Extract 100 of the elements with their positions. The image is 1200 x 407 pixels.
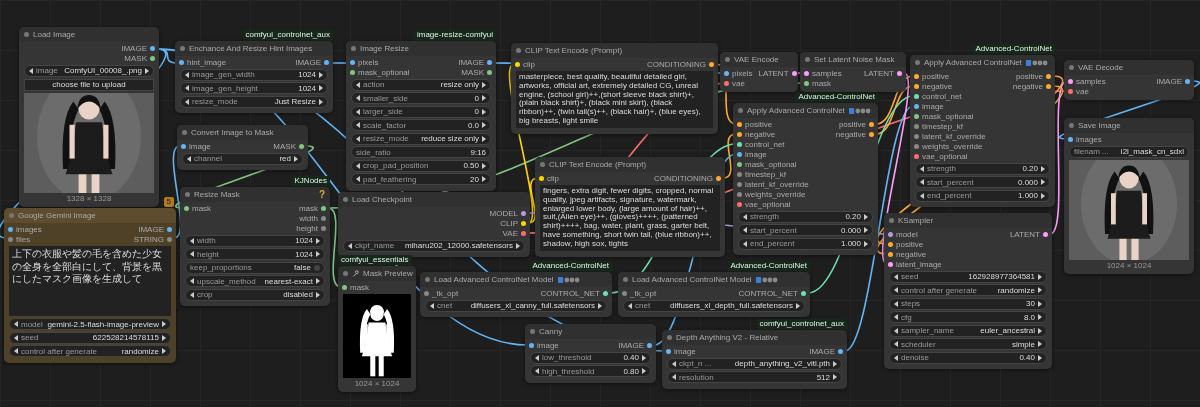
dropdown-field[interactable]: crop disabled bbox=[185, 288, 325, 301]
node-card[interactable]: VAE Encode pixels LATENT vae bbox=[720, 52, 798, 92]
node-title-bar[interactable]: Apply Advanced ControlNet bbox=[910, 55, 1055, 70]
package-label: comfyui_controlnet_aux bbox=[242, 30, 333, 40]
number-field[interactable]: strength 0.20 bbox=[738, 210, 873, 223]
node-title-bar[interactable]: Resize Mask ? bbox=[180, 187, 330, 202]
number-field[interactable]: image_gen_height 1024 bbox=[180, 82, 328, 94]
number-field[interactable]: denoise 0.40 bbox=[889, 351, 1047, 364]
input-label: timestep_kf bbox=[745, 169, 786, 179]
node-title: Load Advanced ControlNet Model bbox=[434, 275, 554, 284]
output-label: negative bbox=[1012, 81, 1043, 91]
dropdown-field[interactable]: channel red bbox=[182, 152, 303, 165]
upload-button[interactable]: choose file to upload bbox=[24, 78, 154, 91]
help-mark[interactable]: ? bbox=[318, 189, 325, 200]
node-title-bar[interactable]: Load Image bbox=[19, 27, 159, 42]
node-title: CLIP Text Encode (Prompt) bbox=[525, 46, 623, 55]
node-title-bar[interactable]: Google Gemini Image bbox=[4, 208, 176, 223]
number-field[interactable]: seed 622528214578115 bbox=[9, 331, 171, 344]
node-title-bar[interactable]: Depth Anything V2 - Relative bbox=[662, 330, 847, 345]
image-size-label: 1024 × 1024 bbox=[1105, 260, 1153, 270]
node-title-bar[interactable]: Save Image bbox=[1064, 118, 1194, 133]
node-title-bar[interactable]: Apply Advanced ControlNet bbox=[733, 103, 878, 118]
number-field[interactable]: height 1024 bbox=[185, 248, 325, 260]
dropdown-field[interactable]: resize_mode reduce size only bbox=[351, 132, 491, 145]
number-field[interactable]: smaller_side 0 bbox=[351, 92, 491, 104]
output-label: negative bbox=[835, 129, 866, 139]
node-title-bar[interactable]: Load Advanced ControlNet Model bbox=[420, 272, 612, 287]
node-title: Enchance And Resize Hint Images bbox=[189, 44, 313, 53]
node-card[interactable]: Load Checkpoint MODEL CLIP VAE ckpt_name miharu202_12000.safetensors bbox=[338, 192, 530, 257]
node-title-bar[interactable]: CLIP Text Encode (Prompt) bbox=[535, 157, 725, 172]
number-field[interactable]: seed 162928977364581 bbox=[889, 270, 1047, 283]
dropdown-field[interactable]: model gemini-2.5-flash-image-preview bbox=[9, 318, 171, 330]
node-title: Convert Image to Mask bbox=[191, 128, 274, 137]
number-field[interactable]: low_threshold 0.40 bbox=[530, 351, 651, 364]
number-field[interactable]: width 1024 bbox=[185, 234, 325, 247]
dropdown-field[interactable]: upscale_method nearest-exact bbox=[185, 275, 325, 287]
number-field[interactable]: end_percent 1.000 bbox=[738, 237, 873, 250]
node-title-bar[interactable]: VAE Encode bbox=[720, 52, 798, 67]
output-label: MODEL bbox=[489, 208, 518, 218]
input-label: negative bbox=[896, 249, 927, 259]
dropdown-field[interactable]: action resize only bbox=[351, 78, 491, 91]
text-field[interactable]: side_ratio 9:16 bbox=[351, 146, 491, 158]
node-title: Mask Preview bbox=[363, 269, 413, 278]
node-title-bar[interactable]: Load Advanced ControlNet Model bbox=[618, 272, 810, 287]
number-field[interactable]: crop_pad_position 0.50 bbox=[351, 159, 491, 172]
input-label: clip bbox=[523, 59, 535, 69]
number-field[interactable]: pad_feathering 20 bbox=[351, 173, 491, 185]
node-title: CLIP Text Encode (Prompt) bbox=[549, 160, 647, 169]
input-label: vae_optional bbox=[745, 199, 791, 209]
node-title-bar[interactable]: Convert Image to Mask bbox=[177, 125, 308, 140]
node-title-bar[interactable]: Set Latent Noise Mask bbox=[800, 52, 906, 67]
node-card[interactable]: Save Image images filenam ... i2i_mask_cn_sdxl 1024 × 1024 bbox=[1064, 118, 1194, 274]
number-field[interactable]: start_percent 0.000 bbox=[738, 224, 873, 236]
node-title-bar[interactable]: VAE Decode bbox=[1064, 60, 1194, 75]
node-card[interactable]: Convert Image to Mask image MASK channel red bbox=[177, 125, 308, 170]
number-field[interactable]: high_threshold 0.80 bbox=[530, 365, 651, 377]
number-field[interactable]: end_percent 1.000 bbox=[915, 189, 1050, 202]
node-card[interactable]: VAE Decode samples IMAGE vae bbox=[1064, 60, 1194, 100]
node-title: Load Advanced ControlNet Model bbox=[632, 275, 752, 284]
node-title-bar[interactable]: Load Checkpoint bbox=[338, 192, 530, 207]
toggle-field[interactable]: keep_proportions false bbox=[185, 261, 325, 274]
node-title-bar[interactable]: Enchance And Resize Hint Images bbox=[175, 41, 333, 56]
node-card[interactable]: Set Latent Noise Mask samples LATENT mask bbox=[800, 52, 906, 92]
node-title-bar[interactable]: Image Resize bbox=[346, 41, 496, 56]
prompt-text-area[interactable]: masterpiece, best quality, beautiful detailed girl, artworks, official art, extremely detailed CG, unreal engine, (school girl)++,(short sleeve black shirt)+, (plain black shirt)+, (black mini skirt), (black ribbon)++, (twin tail(s)++, (black hair)+, (blue eyes), big breasts, light smile bbox=[516, 71, 713, 128]
dropdown-field[interactable]: sampler_name euler_ancestral bbox=[889, 324, 1047, 337]
number-field[interactable]: resolution 512 bbox=[667, 371, 842, 383]
dropdown-field[interactable]: resize_mode Just Resize bbox=[180, 95, 328, 108]
output-label: CONDITIONING bbox=[653, 173, 713, 183]
dropdown-field[interactable]: ckpt_name miharu202_12000.safetensors bbox=[343, 239, 525, 252]
prompt-text-area[interactable]: 上下の衣服や髪の毛を含めた少女の全身を全部白にして、背景を黒にしたマスク画像を生成して bbox=[9, 246, 171, 316]
package-label: KJNodes bbox=[291, 176, 330, 186]
input-label: _tk_opt bbox=[630, 288, 657, 298]
dropdown-field[interactable]: cnet diffusers_xl_depth_full.safetensors bbox=[623, 299, 805, 312]
output-label: MASK bbox=[273, 141, 296, 151]
number-field[interactable]: scale_factor 0.0 bbox=[351, 119, 491, 131]
node-title-bar[interactable]: Mask Preview bbox=[338, 266, 416, 281]
output-label: IMAGE bbox=[295, 57, 321, 67]
dropdown-field[interactable]: control after generate randomize bbox=[9, 345, 171, 357]
number-field[interactable]: cfg 8.0 bbox=[889, 311, 1047, 323]
number-field[interactable]: start_percent 0.000 bbox=[915, 176, 1050, 188]
node-card[interactable]: KSampler model LATENT positive negative latent_image seed 162928977364581 control after generate randomize steps 30 cfg 8.0 sampler_name euler_ancestral scheduler simple denoise 0.40 bbox=[884, 213, 1052, 369]
node-card[interactable]: Canny image IMAGE low_threshold 0.40 high_threshold 0.80 bbox=[525, 324, 656, 383]
number-field[interactable]: steps 30 bbox=[889, 297, 1047, 310]
input-label: mask bbox=[350, 282, 370, 292]
number-field[interactable]: larger_side 0 bbox=[351, 105, 491, 118]
prompt-text-area[interactable]: fingers, extra digit, fewer digits, cropped, normal quality, jpeg artifacts, signature, watermark, enlarged lower body, (large amount of hair)++, suit,(Alien eye)++, (gloves)++++, (patterned shirt)++++, bag, water, plant, grass, garter belt, have something, short twin tail, (blue ribbon)++, shadow, high sox, tights bbox=[540, 185, 720, 251]
number-field[interactable]: strength 0.20 bbox=[915, 162, 1050, 175]
text-field[interactable]: filenam ... i2i_mask_cn_sdxl bbox=[1069, 145, 1189, 158]
output-label: LATENT bbox=[863, 68, 894, 78]
node-title-bar[interactable]: Canny bbox=[525, 324, 656, 339]
dropdown-field[interactable]: ckpt_n ... depth_anything_v2_vitl.pth bbox=[667, 357, 842, 370]
node-title-bar[interactable]: KSampler bbox=[884, 213, 1052, 228]
dropdown-field[interactable]: cnet diffusers_xl_canny_full.safetensors bbox=[425, 299, 607, 312]
node-title-bar[interactable]: CLIP Text Encode (Prompt) bbox=[511, 43, 718, 58]
dropdown-field[interactable]: scheduler simple bbox=[889, 338, 1047, 350]
output-label: CONDITIONING bbox=[646, 59, 706, 69]
dropdown-field[interactable]: image ComfyUI_00008_.png bbox=[24, 64, 154, 77]
number-field[interactable]: image_gen_width 1024 bbox=[180, 68, 328, 81]
dropdown-field[interactable]: control after generate randomize bbox=[889, 284, 1047, 296]
